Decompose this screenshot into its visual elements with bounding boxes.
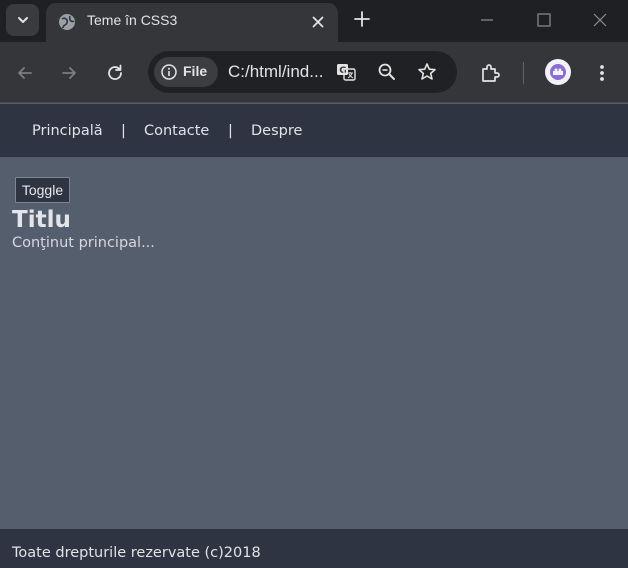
profile-avatar[interactable] xyxy=(545,59,571,85)
arrow-right-icon xyxy=(62,67,76,79)
browser-toolbar: File C:/html/ind... G xyxy=(0,42,628,103)
chevron-down-icon xyxy=(17,17,28,23)
footer-copyright: Toate drepturile rezervate (c)2018 xyxy=(12,545,261,561)
tab-title: Teme în CSS3 xyxy=(87,12,178,28)
reload-icon xyxy=(108,64,122,80)
minimize-button[interactable] xyxy=(474,8,500,32)
forward-button[interactable] xyxy=(57,61,81,85)
extensions-button[interactable] xyxy=(478,61,502,85)
maximize-icon xyxy=(537,13,551,27)
back-button[interactable] xyxy=(13,61,37,85)
site-footer: Toate drepturile rezervate (c)2018 xyxy=(0,529,628,568)
star-icon xyxy=(418,63,436,80)
page-title: Titlu xyxy=(12,207,71,233)
url-text[interactable]: C:/html/ind... xyxy=(228,62,332,82)
page-body-text: Conţinut principal... xyxy=(12,235,155,251)
tab-search-button[interactable] xyxy=(6,4,39,36)
arrow-left-icon xyxy=(18,67,32,79)
nav-link-contacte[interactable]: Contacte xyxy=(144,123,209,139)
nav-link-principala[interactable]: Principală xyxy=(32,123,103,139)
nav-separator: | xyxy=(228,123,233,139)
site-nav: Principală | Contacte | Despre xyxy=(0,104,628,157)
window-close-button[interactable] xyxy=(587,8,613,32)
puzzle-icon xyxy=(482,64,500,82)
svg-text:G: G xyxy=(339,66,346,76)
browser-tabstrip: Teme în CSS3 xyxy=(0,0,628,42)
close-icon[interactable] xyxy=(310,14,326,30)
nav-link-despre[interactable]: Despre xyxy=(251,123,302,139)
main-content: Toggle Titlu Conţinut principal... xyxy=(0,157,628,529)
toolbar-divider xyxy=(523,62,524,84)
translate-icon: G xyxy=(337,64,356,81)
zoom-button[interactable] xyxy=(376,61,398,83)
toggle-button[interactable]: Toggle xyxy=(15,177,70,203)
kebab-menu-icon xyxy=(600,65,604,81)
site-info-chip[interactable]: File xyxy=(154,57,218,87)
address-bar[interactable]: File C:/html/ind... G xyxy=(148,51,457,93)
site-info-label: File xyxy=(183,63,208,79)
browser-tab-active[interactable]: Teme în CSS3 xyxy=(46,3,338,42)
info-icon xyxy=(161,64,177,80)
nav-separator: | xyxy=(121,123,126,139)
globe-icon xyxy=(59,14,75,30)
translate-button[interactable]: G xyxy=(335,61,357,83)
bookmark-button[interactable] xyxy=(416,61,438,83)
browser-menu-button[interactable] xyxy=(590,61,614,85)
zoom-icon xyxy=(378,63,395,80)
plus-icon[interactable] xyxy=(352,9,372,29)
reload-button[interactable] xyxy=(103,61,127,85)
maximize-button[interactable] xyxy=(531,8,557,32)
avatar-icon xyxy=(550,64,566,80)
minimize-icon xyxy=(481,19,493,21)
close-icon xyxy=(593,13,607,27)
